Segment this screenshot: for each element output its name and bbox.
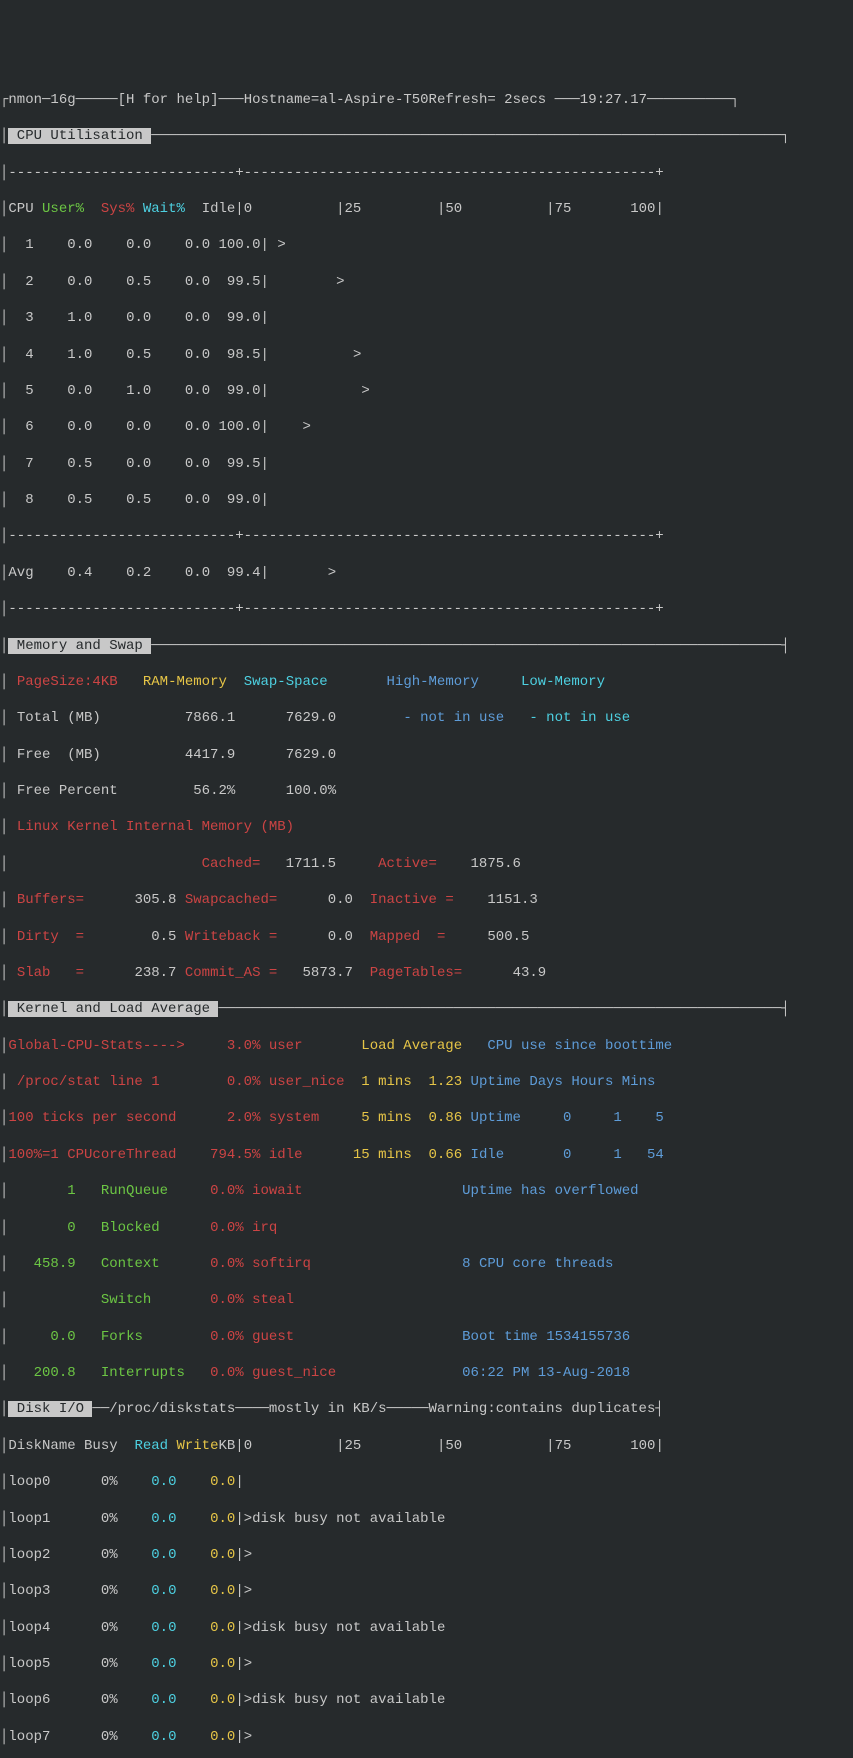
cpu-row: │ 7 0.5 0.0 0.0 99.5| (0, 455, 853, 473)
disk-row: │loop2 0% 0.0 0.0|> (0, 1546, 853, 1564)
cpu-row: │ 3 1.0 0.0 0.0 99.0| (0, 309, 853, 327)
section-title-disk: Disk I/O (8, 1401, 92, 1417)
header-line: ┌nmon─16g─────[H for help]───Hostname=al… (0, 91, 853, 109)
disk-row: │loop4 0% 0.0 0.0|>disk busy not availab… (0, 1619, 853, 1637)
section-title-mem: Memory and Swap (8, 638, 151, 654)
section-title-kernel: Kernel and Load Average (8, 1001, 218, 1017)
cpu-row: │ 5 0.0 1.0 0.0 99.0| > (0, 382, 853, 400)
cpu-row: │ 4 1.0 0.5 0.0 98.5| > (0, 346, 853, 364)
cpu-row: │ 8 0.5 0.5 0.0 99.0| (0, 491, 853, 509)
disk-header: │DiskName Busy Read WriteKB|0 |25 |50 |7… (0, 1437, 853, 1455)
section-title-cpu: CPU Utilisation (8, 128, 151, 144)
disk-row: │loop3 0% 0.0 0.0|> (0, 1582, 853, 1600)
cpu-row: │ 1 0.0 0.0 0.0 100.0| > (0, 236, 853, 254)
disk-row: │loop6 0% 0.0 0.0|>disk busy not availab… (0, 1691, 853, 1709)
disk-row: │loop5 0% 0.0 0.0|> (0, 1655, 853, 1673)
disk-row: │loop0 0% 0.0 0.0| (0, 1473, 853, 1491)
cpu-row: │ 2 0.0 0.5 0.0 99.5| > (0, 273, 853, 291)
disk-row: │loop7 0% 0.0 0.0|> (0, 1728, 853, 1746)
cpu-row: │ 6 0.0 0.0 0.0 100.0| > (0, 418, 853, 436)
terminal-output: ┌nmon─16g─────[H for help]───Hostname=al… (0, 73, 853, 1758)
disk-row: │loop1 0% 0.0 0.0|>disk busy not availab… (0, 1510, 853, 1528)
cpu-avg: │Avg 0.4 0.2 0.0 99.4| > (0, 564, 853, 582)
cpu-header: │CPU User% Sys% Wait% Idle|0 |25 |50 |75… (0, 200, 853, 218)
